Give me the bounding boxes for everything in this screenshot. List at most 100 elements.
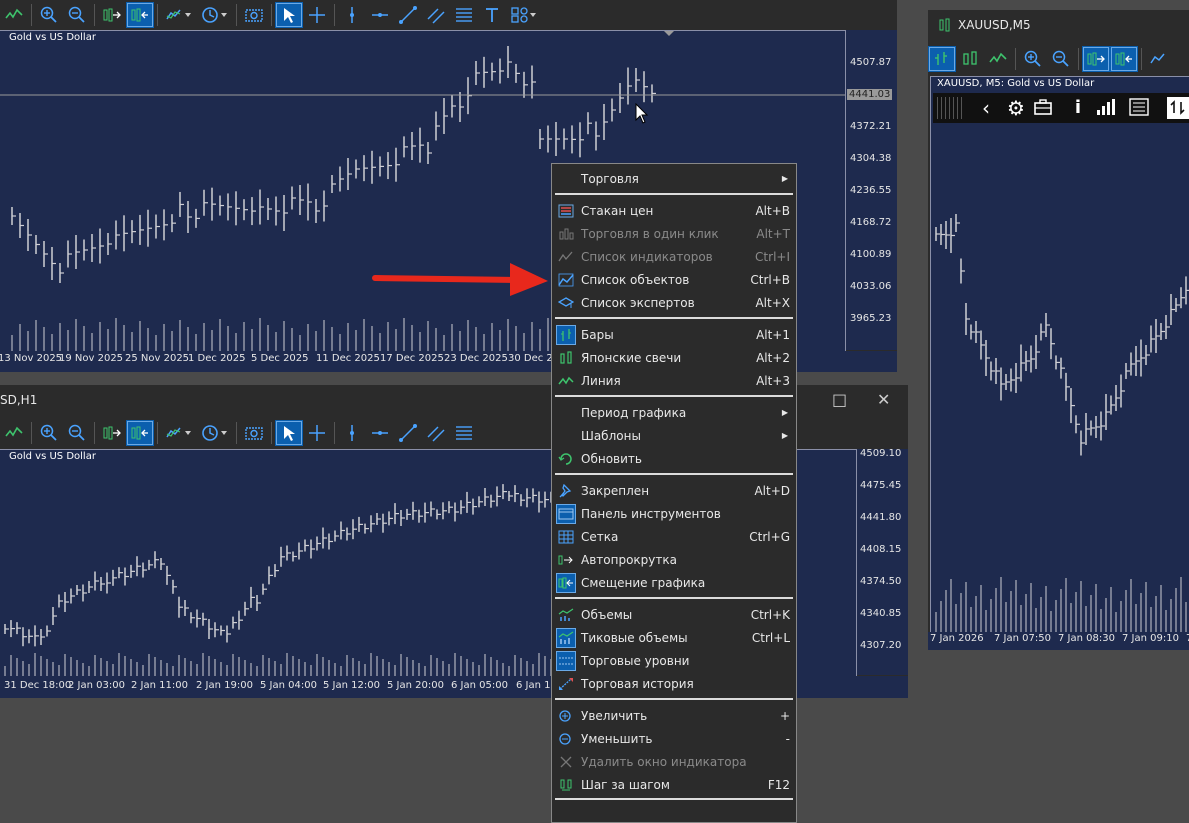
collapse-arrow-icon[interactable]: ‹	[973, 95, 999, 121]
toolbar-divider	[157, 3, 158, 26]
menu-item[interactable]: Период графика ▶	[552, 401, 796, 424]
cursor-icon[interactable]	[275, 1, 303, 28]
trade-history-icon	[557, 675, 575, 693]
menu-item[interactable]: Торговая история	[552, 672, 796, 695]
time-label: 23 Dec 2025	[444, 353, 508, 364]
menu-item[interactable]: Объемы Ctrl+K	[552, 603, 796, 626]
screenshot-icon[interactable]	[240, 420, 268, 446]
zoom-out-icon[interactable]	[1047, 46, 1075, 72]
crosshair-icon[interactable]	[303, 2, 331, 28]
close-icon[interactable]: ✕	[877, 390, 890, 409]
menu-item[interactable]: Торговые уровни	[552, 649, 796, 672]
top-toolbar	[0, 0, 897, 29]
window-title-bar[interactable]: XAUUSD,M5	[928, 10, 1189, 40]
menu-item[interactable]: Список экспертов Alt+X	[552, 291, 796, 314]
crosshair-icon[interactable]	[303, 420, 331, 446]
menu-item[interactable]: Список объектов Ctrl+B	[552, 268, 796, 291]
menu-item-shortcut: Ctrl+I	[755, 249, 790, 264]
panel-grip-icon[interactable]	[937, 97, 963, 119]
autoscroll-icon[interactable]	[98, 2, 126, 28]
zoom-out-icon[interactable]	[63, 420, 91, 446]
time-label: 7 Jan 09:10	[1122, 633, 1179, 644]
chart-shift-icon[interactable]	[126, 1, 154, 28]
period-clock-icon[interactable]	[197, 2, 233, 28]
zoom-in-icon[interactable]	[35, 2, 63, 28]
indicators-icon[interactable]	[161, 2, 197, 28]
horizontal-line-icon[interactable]	[366, 2, 394, 28]
chart-symbol-title: Gold vs US Dollar	[9, 451, 96, 462]
line-chart-icon[interactable]	[0, 2, 28, 28]
autoscroll-icon[interactable]	[98, 420, 126, 446]
menu-item[interactable]: Тиковые объемы Ctrl+L	[552, 626, 796, 649]
menu-item[interactable]: Смещение графика	[552, 571, 796, 594]
autoscroll-icon[interactable]	[1082, 45, 1110, 72]
right-chart-area[interactable]: XAUUSD, M5: Gold vs US Dollar ‹ ⚙ i	[930, 76, 1189, 633]
menu-item[interactable]: Стакан цен Alt+B	[552, 199, 796, 222]
trend-line-icon[interactable]	[394, 420, 422, 446]
toolbar-divider	[271, 421, 272, 444]
refresh-icon	[557, 450, 575, 468]
line-chart-icon[interactable]	[984, 46, 1012, 72]
time-label: 2 Jan 19:00	[196, 680, 253, 691]
menu-item[interactable]: Торговля ▶	[552, 167, 796, 190]
menu-item[interactable]: Линия Alt+3	[552, 369, 796, 392]
toolbar-panel-icon	[556, 503, 576, 524]
period-clock-icon[interactable]	[197, 420, 233, 446]
channel-icon[interactable]	[422, 420, 450, 446]
chart-shift-icon[interactable]	[126, 419, 154, 446]
menu-item[interactable]: Шаблоны ▶	[552, 424, 796, 447]
signal-bars-icon[interactable]	[1095, 98, 1115, 116]
zoom-in-icon[interactable]	[1019, 46, 1047, 72]
menu-item-shortcut: Alt+T	[756, 226, 790, 241]
trend-line-icon[interactable]	[394, 2, 422, 28]
transfer-icon[interactable]	[1167, 97, 1189, 119]
menu-item[interactable]: Увеличить +	[552, 704, 796, 727]
time-label: 7 Jan 2026	[930, 633, 984, 644]
briefcase-icon[interactable]	[1033, 98, 1053, 116]
horizontal-line-icon[interactable]	[366, 420, 394, 446]
menu-item[interactable]: Бары Alt+1	[552, 323, 796, 346]
menu-item-label: Уменьшить	[581, 731, 653, 746]
zoom-out-icon[interactable]	[63, 2, 91, 28]
cursor-icon[interactable]	[275, 419, 303, 446]
zoom-in-icon[interactable]	[35, 420, 63, 446]
indicators-icon[interactable]	[1145, 46, 1173, 72]
menu-item[interactable]: Шаг за шагом F12	[552, 773, 796, 796]
menu-item-shortcut: -	[785, 731, 790, 746]
time-label: 5 Jan 04:00	[260, 680, 317, 691]
shapes-icon[interactable]	[506, 2, 542, 28]
list-icon[interactable]	[1129, 98, 1149, 116]
toolbar-divider	[1078, 47, 1079, 70]
menu-separator	[555, 798, 793, 800]
menu-item[interactable]: Сетка Ctrl+G	[552, 525, 796, 548]
vertical-line-icon[interactable]	[338, 2, 366, 28]
right-chart-window: XAUUSD,M5 XAUUSD, M5: Gold vs US Dollar …	[928, 10, 1189, 650]
toolbar-divider	[236, 421, 237, 444]
gear-icon[interactable]: ⚙	[1003, 95, 1029, 121]
chart-shift-marker-icon[interactable]	[664, 31, 674, 36]
menu-item[interactable]: Уменьшить -	[552, 727, 796, 750]
indicators-icon[interactable]	[161, 420, 197, 446]
info-icon[interactable]: i	[1065, 95, 1091, 121]
chart-shift-icon[interactable]	[1110, 45, 1138, 72]
bars-icon	[556, 324, 576, 345]
menu-item-label: Панель инструментов	[581, 506, 721, 521]
screenshot-icon[interactable]	[240, 2, 268, 28]
candlesticks-icon[interactable]	[956, 46, 984, 72]
menu-item-label: Обновить	[581, 451, 642, 466]
menu-item[interactable]: Закреплен Alt+D	[552, 479, 796, 502]
fibonacci-icon[interactable]	[450, 420, 478, 446]
menu-item[interactable]: Обновить	[552, 447, 796, 470]
fibonacci-icon[interactable]	[450, 2, 478, 28]
maximize-icon[interactable]: □	[832, 390, 847, 409]
menu-item[interactable]: Японские свечи Alt+2	[552, 346, 796, 369]
channel-icon[interactable]	[422, 2, 450, 28]
time-label: 7 Jan 07:50	[994, 633, 1051, 644]
line-chart-icon[interactable]	[0, 420, 28, 446]
bars-icon[interactable]	[928, 45, 956, 72]
vertical-line-icon[interactable]	[338, 420, 366, 446]
menu-item-shortcut: Alt+1	[756, 327, 790, 342]
menu-item[interactable]: Автопрокрутка	[552, 548, 796, 571]
text-icon[interactable]	[478, 2, 506, 28]
menu-item[interactable]: Панель инструментов	[552, 502, 796, 525]
